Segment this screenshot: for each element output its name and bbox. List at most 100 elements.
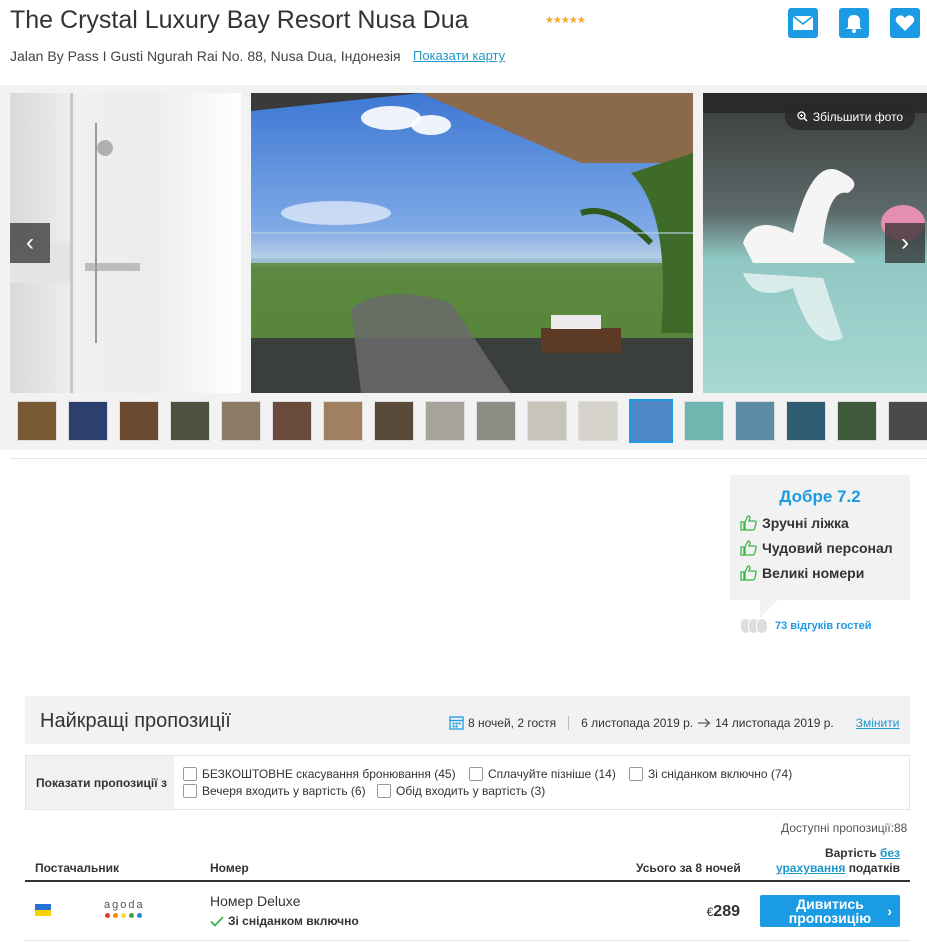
filter-label: Обід входить у вартість (3) xyxy=(396,784,546,798)
checkout-date: 14 листопада 2019 р. xyxy=(715,715,834,730)
chevron-right-icon: › xyxy=(901,229,909,256)
filter-pay-later[interactable]: Сплачуйте пізніше (14) xyxy=(469,767,616,781)
gallery-thumbnail[interactable] xyxy=(323,401,363,441)
review-highlight: Чудовий персонал xyxy=(740,540,893,556)
gallery-thumbnail[interactable] xyxy=(17,401,57,441)
stay-details: 8 ночей, 2 гостя 6 листопада 2019 р. 14 … xyxy=(449,715,899,730)
filter-label: Зі сніданком включно (74) xyxy=(648,767,793,781)
guest-reviews-link[interactable]: 73 відгуків гостей xyxy=(775,620,872,632)
review-highlight-label: Великі номери xyxy=(762,565,865,581)
view-deal-label: Дивитись пропозицію xyxy=(788,896,872,926)
chevron-left-icon: ‹ xyxy=(26,229,34,256)
review-summary: Добре 7.2 Зручні ліжка Чудовий персонал … xyxy=(730,475,910,600)
gallery-next-button[interactable]: › xyxy=(885,223,925,263)
price-value: 289 xyxy=(713,903,740,920)
filters-label: Показати пропозиції з xyxy=(26,756,174,809)
price-alert-button[interactable] xyxy=(839,8,869,38)
reviewer-avatars xyxy=(740,618,768,634)
favorite-button[interactable] xyxy=(890,8,920,38)
heart-icon xyxy=(895,15,915,31)
without-link[interactable]: без xyxy=(880,846,900,860)
gallery-thumbnail[interactable] xyxy=(684,401,724,441)
zoom-photo-button[interactable]: Збільшити фото xyxy=(785,103,915,130)
filter-lunch[interactable]: Обід входить у вартість (3) xyxy=(377,784,545,798)
thumbnail-strip xyxy=(17,399,927,443)
filter-free-cancellation[interactable]: БЕЗКОШТОВНЕ скасування бронювання (45) xyxy=(183,767,456,781)
row-divider xyxy=(25,940,910,941)
gallery-thumbnail[interactable] xyxy=(374,401,414,441)
checkbox[interactable] xyxy=(629,767,643,781)
arrow-right-icon xyxy=(698,718,711,727)
gallery-thumbnail[interactable] xyxy=(837,401,877,441)
hotel-title: The Crystal Luxury Bay Resort Nusa Dua xyxy=(10,6,469,34)
bell-icon xyxy=(846,15,862,33)
column-total: Усього за 8 ночей xyxy=(636,861,741,875)
room-feature: Зі сніданком включно xyxy=(210,914,359,928)
calendar-icon xyxy=(449,716,464,730)
change-dates-link[interactable]: Змінити xyxy=(856,716,900,730)
offers-title: Найкращі пропозиції xyxy=(40,710,231,732)
checkin-date: 6 листопада 2019 р. xyxy=(581,715,694,730)
thumbs-up-icon xyxy=(740,565,757,581)
rating-score: Добре 7.2 xyxy=(779,487,861,506)
filter-label: БЕЗКОШТОВНЕ скасування бронювання (45) xyxy=(202,767,456,781)
gallery-thumbnail[interactable] xyxy=(476,401,516,441)
filter-dinner[interactable]: Вечеря входить у вартість (6) xyxy=(183,784,366,798)
review-highlight-label: Зручні ліжка xyxy=(762,515,849,531)
review-highlight-label: Чудовий персонал xyxy=(762,540,893,556)
gallery-thumbnail[interactable] xyxy=(272,401,312,441)
agoda-logo-dots xyxy=(105,913,142,918)
checkbox[interactable] xyxy=(183,784,197,798)
column-room: Номер xyxy=(210,861,249,875)
offer-filters: Показати пропозиції з БЕЗКОШТОВНЕ скасув… xyxy=(25,755,910,810)
review-bubble-tail xyxy=(760,600,778,618)
chevron-right-icon: › xyxy=(887,903,892,919)
checkbox[interactable] xyxy=(469,767,483,781)
show-map-link[interactable]: Показати карту xyxy=(413,48,505,63)
star-rating: ★★★★★ xyxy=(545,15,586,26)
room-feature-label: Зі сніданком включно xyxy=(228,914,359,928)
gallery-thumbnail[interactable] xyxy=(527,401,567,441)
cost-label: Вартість xyxy=(824,846,877,860)
photo-gallery: ‹ › Збільшити фото xyxy=(0,85,927,450)
table-header-line xyxy=(25,880,910,882)
checkbox[interactable] xyxy=(183,767,197,781)
filter-label: Сплачуйте пізніше (14) xyxy=(488,767,616,781)
view-deal-button[interactable]: Дивитись пропозицію › xyxy=(760,895,900,927)
zoom-photo-label: Збільшити фото xyxy=(812,109,904,124)
gallery-thumbnail[interactable] xyxy=(221,401,261,441)
gallery-thumbnail[interactable] xyxy=(170,401,210,441)
email-button[interactable] xyxy=(788,8,818,38)
separator xyxy=(568,715,570,730)
checkbox[interactable] xyxy=(377,784,391,798)
provider-logo-agoda[interactable]: agoda xyxy=(104,899,145,911)
gallery-thumbnail[interactable] xyxy=(119,401,159,441)
offer-price: €289 xyxy=(700,903,740,921)
room-name: Номер Deluxe xyxy=(210,893,301,909)
hotel-address: Jalan By Pass I Gusti Ngurah Rai No. 88,… xyxy=(10,48,401,64)
photo-balcony-view[interactable] xyxy=(251,93,693,393)
thumbs-up-icon xyxy=(740,515,757,531)
column-provider: Постачальник xyxy=(35,861,119,875)
gallery-thumbnail[interactable] xyxy=(68,401,108,441)
review-highlight: Великі номери xyxy=(740,565,864,581)
zoom-icon xyxy=(797,111,808,122)
gallery-thumbnail[interactable] xyxy=(578,401,618,441)
column-price-tax: Вартість без урахування податків xyxy=(755,846,900,876)
section-divider xyxy=(10,458,927,459)
gallery-thumbnail[interactable] xyxy=(786,401,826,441)
gallery-thumbnail[interactable] xyxy=(425,401,465,441)
filter-breakfast[interactable]: Зі сніданком включно (74) xyxy=(629,767,792,781)
gallery-thumbnail[interactable] xyxy=(735,401,775,441)
avatar xyxy=(756,618,768,634)
review-highlight: Зручні ліжка xyxy=(740,515,849,531)
gallery-prev-button[interactable]: ‹ xyxy=(10,223,50,263)
gallery-thumbnail[interactable] xyxy=(888,401,927,441)
tax-toggle-link[interactable]: урахування xyxy=(776,861,845,875)
thumbs-up-icon xyxy=(740,540,757,556)
offers-header: Найкращі пропозиції 8 ночей, 2 гостя 6 л… xyxy=(25,696,910,744)
filter-label: Вечеря входить у вартість (6) xyxy=(202,784,366,798)
ukraine-flag-icon xyxy=(35,904,51,916)
gallery-thumbnail[interactable] xyxy=(629,399,673,443)
envelope-icon xyxy=(792,15,814,30)
